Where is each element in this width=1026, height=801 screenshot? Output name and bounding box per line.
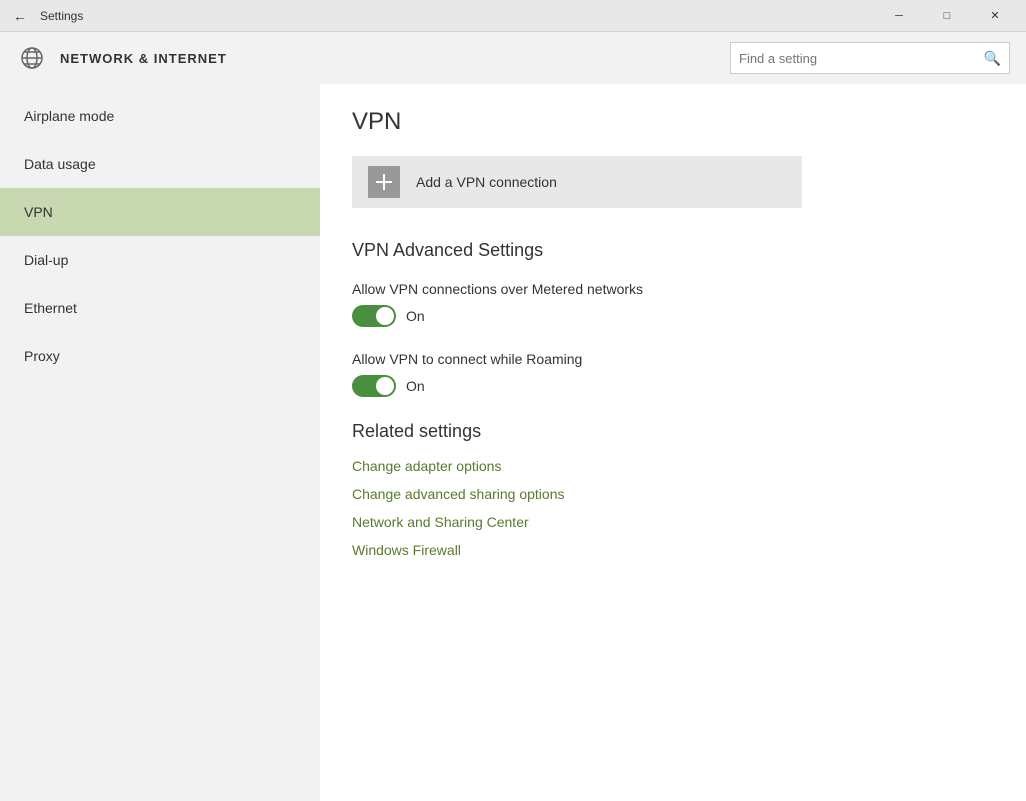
- content-area: VPN Add a VPN connection VPN Advanced Se…: [320, 84, 1026, 801]
- change-adapter-options-link[interactable]: Change adapter options: [352, 458, 994, 474]
- search-box[interactable]: 🔍: [730, 42, 1010, 74]
- sidebar-item-data-usage[interactable]: Data usage: [0, 140, 320, 188]
- network-icon: [16, 42, 48, 74]
- roaming-toggle[interactable]: [352, 375, 396, 397]
- window-title: Settings: [40, 9, 876, 23]
- metered-networks-toggle[interactable]: [352, 305, 396, 327]
- advanced-section-title: VPN Advanced Settings: [352, 240, 994, 261]
- related-section-title: Related settings: [352, 421, 994, 442]
- metered-networks-toggle-row: Allow VPN connections over Metered netwo…: [352, 281, 994, 327]
- sidebar-item-airplane-mode[interactable]: Airplane mode: [0, 92, 320, 140]
- sidebar: Airplane mode Data usage VPN Dial-up Eth…: [0, 84, 320, 801]
- back-button[interactable]: ←: [8, 4, 32, 28]
- add-vpn-icon: [368, 166, 400, 198]
- network-sharing-center-link[interactable]: Network and Sharing Center: [352, 514, 994, 530]
- add-vpn-button[interactable]: Add a VPN connection: [352, 156, 802, 208]
- close-button[interactable]: ✕: [972, 0, 1018, 32]
- app-header: NETWORK & INTERNET 🔍: [0, 32, 1026, 84]
- metered-networks-control: On: [352, 305, 994, 327]
- titlebar: ← Settings ─ □ ✕: [0, 0, 1026, 32]
- page-title: VPN: [352, 108, 994, 136]
- sidebar-item-proxy[interactable]: Proxy: [0, 332, 320, 380]
- sidebar-item-dial-up[interactable]: Dial-up: [0, 236, 320, 284]
- metered-networks-state: On: [406, 308, 425, 324]
- roaming-control: On: [352, 375, 994, 397]
- sidebar-item-ethernet[interactable]: Ethernet: [0, 284, 320, 332]
- roaming-state: On: [406, 378, 425, 394]
- sidebar-item-vpn[interactable]: VPN: [0, 188, 320, 236]
- search-input[interactable]: [739, 51, 984, 66]
- maximize-button[interactable]: □: [924, 0, 970, 32]
- main-layout: Airplane mode Data usage VPN Dial-up Eth…: [0, 84, 1026, 801]
- minimize-button[interactable]: ─: [876, 0, 922, 32]
- app-title: NETWORK & INTERNET: [60, 51, 730, 66]
- window-controls: ─ □ ✕: [876, 0, 1018, 32]
- roaming-label: Allow VPN to connect while Roaming: [352, 351, 994, 367]
- roaming-toggle-row: Allow VPN to connect while Roaming On: [352, 351, 994, 397]
- search-icon: 🔍: [984, 50, 1001, 67]
- toggle-knob-2: [376, 377, 394, 395]
- toggle-knob-1: [376, 307, 394, 325]
- windows-firewall-link[interactable]: Windows Firewall: [352, 542, 994, 558]
- change-sharing-options-link[interactable]: Change advanced sharing options: [352, 486, 994, 502]
- add-vpn-label: Add a VPN connection: [416, 174, 557, 190]
- metered-networks-label: Allow VPN connections over Metered netwo…: [352, 281, 994, 297]
